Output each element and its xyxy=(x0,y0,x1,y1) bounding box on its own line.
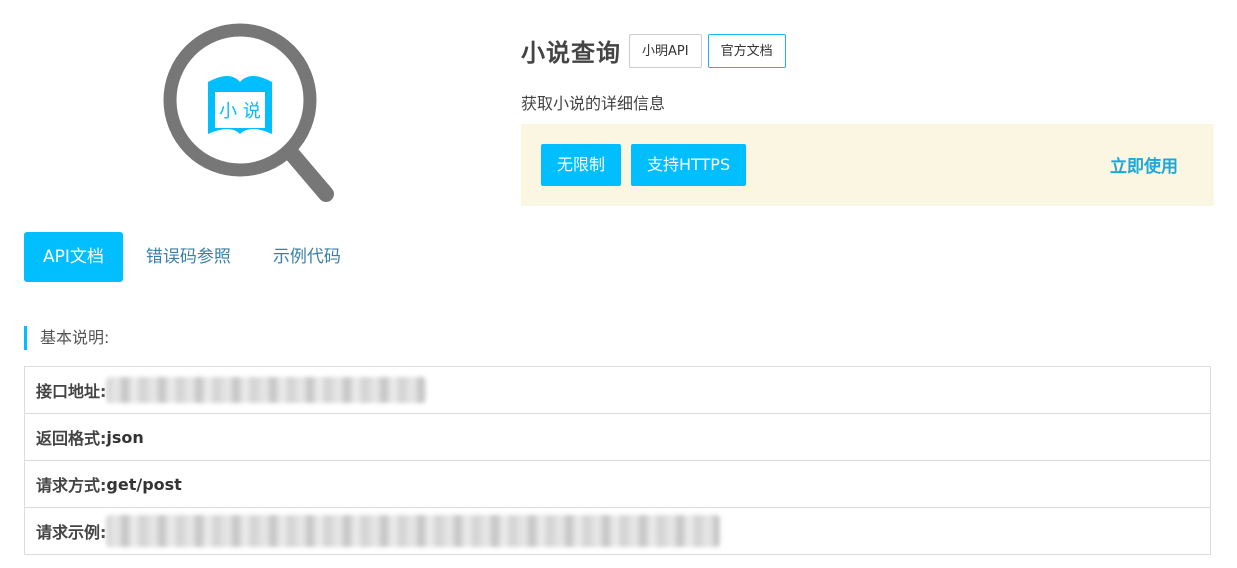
example-url-redacted xyxy=(106,515,721,547)
endpoint-url-redacted xyxy=(106,377,427,403)
endpoint-row: 接口地址: xyxy=(25,367,1210,414)
format-row: 返回格式: json xyxy=(25,414,1210,461)
tab-api-docs[interactable]: API文档 xyxy=(24,232,123,282)
https-badge: 支持HTTPS xyxy=(631,144,747,186)
api-title: 小说查询 xyxy=(521,39,621,67)
doc-tabs: API文档 错误码参照 示例代码 xyxy=(24,232,364,282)
method-value: get/post xyxy=(106,474,182,494)
magnifier-book-icon: 小 说 xyxy=(163,23,334,202)
use-now-link[interactable]: 立即使用 xyxy=(1110,152,1178,177)
unlimited-badge: 无限制 xyxy=(541,144,622,186)
example-row: 请求示例: xyxy=(25,508,1210,554)
format-label: 返回格式: xyxy=(36,429,107,448)
basic-info-heading: 基本说明: xyxy=(24,326,109,350)
method-label: 请求方式: xyxy=(36,476,107,495)
endpoint-label: 接口地址: xyxy=(36,382,107,401)
api-description: 获取小说的详细信息 xyxy=(521,94,666,113)
xiaoming-api-button[interactable]: 小明API xyxy=(629,33,702,68)
tab-sample-code[interactable]: 示例代码 xyxy=(254,232,360,282)
feature-panel: 无限制 支持HTTPS 立即使用 xyxy=(521,124,1214,206)
format-value: json xyxy=(106,427,144,447)
logo-book-text: 小 说 xyxy=(219,101,261,122)
tab-error-codes[interactable]: 错误码参照 xyxy=(127,232,250,282)
example-label: 请求示例: xyxy=(36,523,107,542)
method-row: 请求方式: get/post xyxy=(25,461,1210,508)
official-docs-button[interactable]: 官方文档 xyxy=(707,33,786,68)
api-logo: 小 说 xyxy=(160,22,340,207)
api-header: 小说查询 小明API 官方文档 xyxy=(521,33,792,68)
basic-info-table: 接口地址: 返回格式: json 请求方式: get/post 请求示例: xyxy=(24,366,1211,555)
